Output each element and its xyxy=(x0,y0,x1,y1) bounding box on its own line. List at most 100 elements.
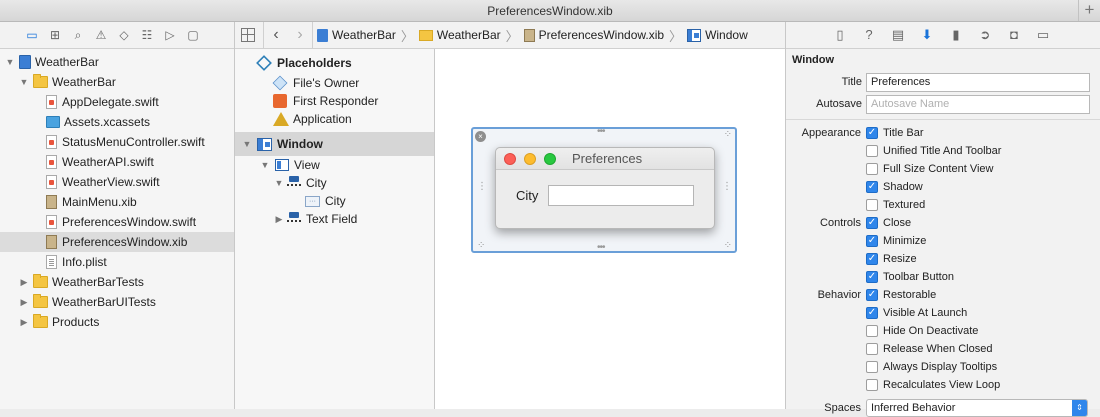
resize-handle-top-right[interactable]: ⁘ xyxy=(724,129,732,140)
navigator-item[interactable]: PreferencesWindow.xib xyxy=(0,232,234,252)
checkbox[interactable]: ✓ xyxy=(866,217,878,229)
checkbox[interactable] xyxy=(866,145,878,157)
add-tab-button[interactable]: + xyxy=(1078,0,1100,21)
window-scene[interactable]: × ••• ••• ⁘ ⁘ ⁘ ⋮ ⋮ Preferences City xyxy=(471,126,737,253)
resize-handle-bottom-left[interactable]: ⁘ xyxy=(477,240,485,251)
breadcrumb-folder[interactable]: WeatherBar xyxy=(415,28,505,42)
hierarchy-icon[interactable]: ⊞ xyxy=(47,27,63,43)
navigator-item[interactable]: MainMenu.xib xyxy=(0,192,234,212)
disclosure-closed-icon[interactable]: ▶ xyxy=(18,277,30,288)
checkbox-label[interactable]: Close xyxy=(883,217,911,229)
checkbox-label[interactable]: Always Display Tooltips xyxy=(883,361,997,373)
resize-handle-right[interactable]: ⋮ xyxy=(722,181,732,192)
breakpoint-icon[interactable]: ▷ xyxy=(162,27,178,43)
checkbox[interactable]: ✓ xyxy=(866,253,878,265)
navigator-item[interactable]: WeatherAPI.swift xyxy=(0,152,234,172)
breadcrumb-project[interactable]: WeatherBar xyxy=(313,28,400,42)
back-arrow-icon[interactable]: ‹ xyxy=(264,26,288,44)
disclosure-closed-icon[interactable]: ▶ xyxy=(18,317,30,328)
checkbox-label[interactable]: Restorable xyxy=(883,289,936,301)
resize-handle-bottom[interactable]: ••• xyxy=(597,242,605,253)
navigator-item[interactable]: Info.plist xyxy=(0,252,234,272)
related-items-icon[interactable] xyxy=(241,28,255,42)
close-icon[interactable]: × xyxy=(475,131,486,142)
disclosure-closed-icon[interactable]: ▶ xyxy=(273,214,285,225)
checkbox[interactable] xyxy=(866,199,878,211)
debug-icon[interactable]: ☷ xyxy=(139,27,155,43)
connections-inspector-icon[interactable]: ➲ xyxy=(976,26,994,44)
checkbox-label[interactable]: Title Bar xyxy=(883,127,924,139)
placeholders-header[interactable]: Placeholders xyxy=(235,52,434,74)
navigator-item[interactable]: PreferencesWindow.swift xyxy=(0,212,234,232)
checkbox[interactable]: ✓ xyxy=(866,181,878,193)
checkbox-label[interactable]: Toolbar Button xyxy=(883,271,954,283)
help-icon[interactable]: ? xyxy=(860,26,878,44)
navigator-item[interactable]: ▼ WeatherBar xyxy=(0,52,234,72)
spaces-select[interactable]: Inferred Behavior ⇕ xyxy=(866,399,1088,417)
outline-item-view[interactable]: ▼ View xyxy=(235,156,434,174)
search-icon[interactable]: ⌕ xyxy=(70,27,86,43)
identity-inspector-icon[interactable]: ▤ xyxy=(889,26,907,44)
checkbox-label[interactable]: Release When Closed xyxy=(883,343,992,355)
checkbox-label[interactable]: Resize xyxy=(883,253,917,265)
disclosure-closed-icon[interactable]: ▶ xyxy=(18,297,30,308)
checkbox[interactable] xyxy=(866,343,878,355)
checkbox[interactable] xyxy=(866,361,878,373)
bindings-inspector-icon[interactable]: ◘ xyxy=(1005,26,1023,44)
file-inspector-icon[interactable]: ▯ xyxy=(831,26,849,44)
checkbox-label[interactable]: Visible At Launch xyxy=(883,307,967,319)
checkbox-label[interactable]: Shadow xyxy=(883,181,923,193)
preferences-window-preview[interactable]: Preferences City xyxy=(495,147,715,229)
checkbox-label[interactable]: Minimize xyxy=(883,235,926,247)
checkbox[interactable]: ✓ xyxy=(866,127,878,139)
checkbox-label[interactable]: Textured xyxy=(883,199,925,211)
navigator-item[interactable]: AppDelegate.swift xyxy=(0,92,234,112)
interface-builder-canvas[interactable]: × ••• ••• ⁘ ⁘ ⁘ ⋮ ⋮ Preferences City xyxy=(435,49,785,409)
outline-item-files-owner[interactable]: File's Owner xyxy=(235,74,434,92)
checkbox-label[interactable]: Full Size Content View xyxy=(883,163,993,175)
title-input[interactable]: Preferences xyxy=(866,72,1090,92)
outline-item-first-responder[interactable]: First Responder xyxy=(235,92,434,110)
disclosure-open-icon[interactable]: ▼ xyxy=(4,57,16,67)
navigator-item[interactable]: ▼ WeatherBar xyxy=(0,72,234,92)
navigator-item[interactable]: ▶ WeatherBarUITests xyxy=(0,292,234,312)
outline-item-application[interactable]: Application xyxy=(235,110,434,128)
resize-handle-left[interactable]: ⋮ xyxy=(477,181,487,192)
navigator-item[interactable]: StatusMenuController.swift xyxy=(0,132,234,152)
disclosure-open-icon[interactable]: ▼ xyxy=(273,178,285,188)
city-label[interactable]: City xyxy=(516,188,538,203)
effects-inspector-icon[interactable]: ▭ xyxy=(1034,26,1052,44)
resize-handle-top[interactable]: ••• xyxy=(597,126,605,137)
checkbox[interactable] xyxy=(866,325,878,337)
navigator-item[interactable]: ▶ WeatherBarTests xyxy=(0,272,234,292)
test-icon[interactable]: ◇ xyxy=(116,27,132,43)
checkbox-label[interactable]: Recalculates View Loop xyxy=(883,379,1000,391)
outline-item-city-label[interactable]: ··· City xyxy=(235,192,434,210)
attributes-inspector-icon[interactable]: ⬇ xyxy=(918,26,936,44)
report-icon[interactable]: ▢ xyxy=(185,27,201,43)
disclosure-open-icon[interactable]: ▼ xyxy=(18,77,30,87)
breadcrumb-file[interactable]: PreferencesWindow.xib xyxy=(520,28,668,42)
checkbox[interactable] xyxy=(866,163,878,175)
checkbox-label[interactable]: Hide On Deactivate xyxy=(883,325,978,337)
outline-item-window[interactable]: ▼ Window xyxy=(235,132,434,156)
checkbox[interactable]: ✓ xyxy=(866,235,878,247)
outline-item-city-stack[interactable]: ▼ City xyxy=(235,174,434,192)
size-inspector-icon[interactable]: ▮ xyxy=(947,26,965,44)
outline-item-text-field[interactable]: ▶ Text Field xyxy=(235,210,434,228)
warning-icon[interactable]: ⚠ xyxy=(93,27,109,43)
city-text-field[interactable] xyxy=(548,185,695,206)
breadcrumb-window[interactable]: Window xyxy=(683,28,752,42)
navigator-item[interactable]: ▶ Products xyxy=(0,312,234,332)
forward-arrow-icon[interactable]: › xyxy=(288,26,312,44)
navigator-item[interactable]: Assets.xcassets xyxy=(0,112,234,132)
checkbox[interactable] xyxy=(866,379,878,391)
checkbox[interactable]: ✓ xyxy=(866,289,878,301)
disclosure-open-icon[interactable]: ▼ xyxy=(259,160,271,170)
resize-handle-bottom-right[interactable]: ⁘ xyxy=(724,240,732,251)
autosave-input[interactable]: Autosave Name xyxy=(866,94,1090,114)
disclosure-open-icon[interactable]: ▼ xyxy=(241,139,253,149)
checkbox-label[interactable]: Unified Title And Toolbar xyxy=(883,145,1001,157)
folder-icon[interactable]: ▭ xyxy=(24,27,40,43)
navigator-item[interactable]: WeatherView.swift xyxy=(0,172,234,192)
